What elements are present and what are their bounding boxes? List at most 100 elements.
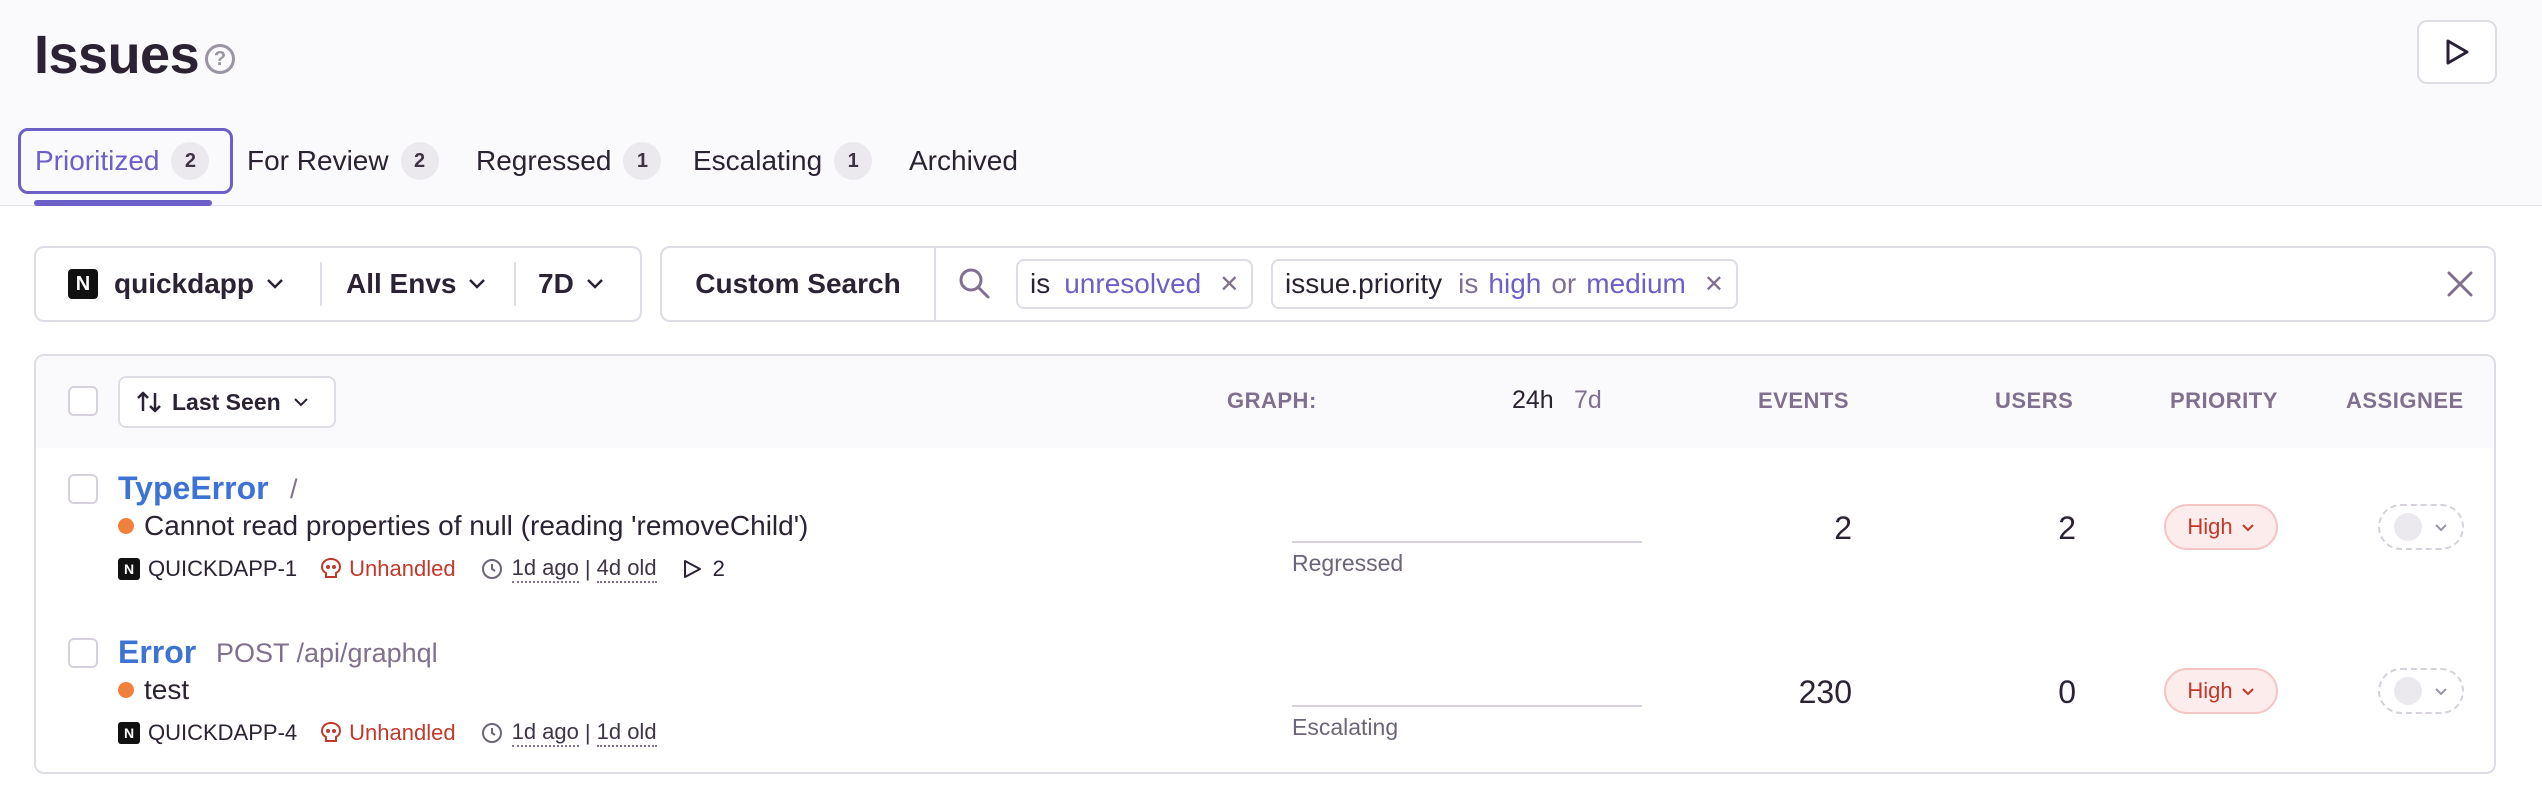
period-label: 7D: [538, 268, 574, 299]
period-selector[interactable]: 7D: [538, 248, 604, 320]
play-button[interactable]: [2417, 20, 2497, 84]
project-logo-icon: N: [118, 722, 140, 744]
users-count: 0: [2058, 674, 2076, 710]
separator: |: [584, 556, 591, 581]
tab-regressed[interactable]: Regressed 1: [476, 128, 662, 194]
users-count: 2: [2058, 510, 2076, 546]
short-id[interactable]: QUICKDAPP-4: [148, 720, 297, 746]
assignee-selector[interactable]: [2378, 668, 2464, 714]
unhandled-label: Unhandled: [349, 556, 456, 581]
divider: [320, 262, 322, 306]
project-logo-icon: N: [68, 269, 98, 299]
last-seen[interactable]: 1d ago: [511, 719, 579, 747]
active-tab-indicator: [34, 200, 212, 206]
sort-icon: [137, 391, 161, 413]
level-indicator-icon: [118, 518, 134, 534]
project-selector[interactable]: N quickdapp: [68, 248, 284, 320]
select-all-checkbox[interactable]: [68, 386, 98, 416]
clock-icon: [481, 559, 502, 579]
issue-message: test: [118, 674, 189, 706]
issue-meta: N QUICKDAPP-4 Unhandled 1d ago | 1d old: [118, 718, 657, 748]
search-token-priority[interactable]: issue.priority is high or medium ✕: [1271, 259, 1738, 309]
message-text: Cannot read properties of null (reading …: [144, 510, 809, 541]
chevron-down-icon: [293, 398, 308, 407]
tab-prioritized[interactable]: Prioritized 2: [18, 128, 233, 194]
chevron-down-icon: [469, 279, 486, 289]
event-graph: [1292, 541, 1642, 543]
issue-title[interactable]: TypeError: [118, 470, 269, 507]
separator: |: [584, 720, 591, 745]
tab-count: 2: [171, 142, 210, 180]
help-icon[interactable]: ?: [205, 44, 235, 74]
chevron-down-icon: [267, 279, 283, 289]
tab-for-review[interactable]: For Review 2: [247, 128, 439, 194]
assignee-selector[interactable]: [2378, 504, 2464, 550]
page-filters: N quickdapp All Envs 7D: [34, 246, 642, 322]
project-name: quickdapp: [114, 268, 255, 299]
divider: [514, 262, 516, 306]
remove-token-icon[interactable]: ✕: [1704, 270, 1724, 299]
clear-search-icon[interactable]: [2444, 268, 2476, 300]
tab-count: 1: [623, 142, 662, 180]
row-checkbox[interactable]: [68, 474, 98, 504]
project-logo-icon: N: [118, 558, 140, 580]
graph-period-7d[interactable]: 7d: [1574, 386, 1602, 415]
short-id[interactable]: QUICKDAPP-1: [148, 556, 297, 582]
assignee-header: ASSIGNEE: [2346, 388, 2464, 413]
custom-search-button[interactable]: Custom Search: [662, 248, 936, 320]
tab-label: For Review: [247, 145, 389, 176]
chevron-down-icon: [2241, 523, 2254, 531]
first-seen[interactable]: 1d old: [596, 719, 657, 747]
priority-dropdown[interactable]: High: [2164, 504, 2278, 550]
graph-status-label: Escalating: [1292, 714, 1399, 740]
search-token-status[interactable]: is unresolved ✕: [1016, 259, 1254, 309]
tab-count: 2: [400, 142, 439, 180]
chevron-down-icon: [2435, 687, 2447, 695]
priority-dropdown[interactable]: High: [2164, 668, 2278, 714]
tab-escalating[interactable]: Escalating 1: [693, 128, 873, 194]
token-joiner: or: [1551, 268, 1577, 299]
graph-status-label: Regressed: [1292, 550, 1404, 576]
first-seen[interactable]: 4d old: [596, 555, 657, 583]
issues-table: Last Seen GRAPH: 24h 7d EVENTS USERS PRI…: [34, 354, 2496, 774]
issue-title[interactable]: Error: [118, 634, 196, 671]
play-icon: [683, 560, 701, 578]
avatar-placeholder-icon: [2394, 513, 2422, 541]
issue-search-bar[interactable]: Custom Search is unresolved ✕ issue.prio…: [660, 246, 2496, 322]
priority-header: PRIORITY: [2170, 388, 2278, 413]
table-row[interactable]: TypeError / Cannot read properties of nu…: [36, 448, 2494, 614]
event-graph: [1292, 705, 1642, 707]
graph-header: GRAPH:: [1227, 388, 1317, 413]
environment-label: All Envs: [346, 268, 457, 299]
chevron-down-icon: [2241, 687, 2254, 695]
tab-label: Archived: [909, 145, 1018, 176]
token-value[interactable]: high: [1488, 268, 1541, 300]
search-icon: [959, 268, 990, 299]
environment-selector[interactable]: All Envs: [346, 248, 486, 320]
unhandled-badge: Unhandled: [319, 720, 456, 746]
clock-icon: [481, 723, 502, 743]
graph-period-24h[interactable]: 24h: [1512, 386, 1554, 415]
token-operator[interactable]: is: [1458, 268, 1478, 300]
tab-archived[interactable]: Archived: [909, 128, 1018, 194]
sort-button[interactable]: Last Seen: [118, 376, 336, 428]
last-seen[interactable]: 1d ago: [511, 555, 579, 583]
level-indicator-icon: [118, 682, 134, 698]
events-count: 230: [1798, 674, 1852, 710]
table-row[interactable]: Error POST /api/graphql test N QUICKDAPP…: [36, 612, 2494, 772]
events-count: 2: [1834, 510, 1852, 546]
priority-label: High: [2187, 514, 2233, 539]
events-header: EVENTS: [1758, 388, 1850, 413]
remove-token-icon[interactable]: ✕: [1219, 270, 1239, 299]
token-value[interactable]: unresolved: [1064, 268, 1201, 300]
replay-count[interactable]: 2: [681, 556, 725, 582]
issue-location: /: [290, 474, 298, 504]
issue-meta: N QUICKDAPP-1 Unhandled 1d ago | 4d old …: [118, 554, 725, 584]
skull-icon: [321, 721, 342, 742]
row-checkbox[interactable]: [68, 638, 98, 668]
token-value[interactable]: medium: [1586, 268, 1686, 300]
table-header: Last Seen GRAPH: 24h 7d EVENTS USERS PRI…: [36, 356, 2494, 450]
skull-icon: [321, 557, 342, 578]
tab-count: 1: [834, 142, 873, 180]
token-key: issue.priority: [1285, 268, 1443, 299]
